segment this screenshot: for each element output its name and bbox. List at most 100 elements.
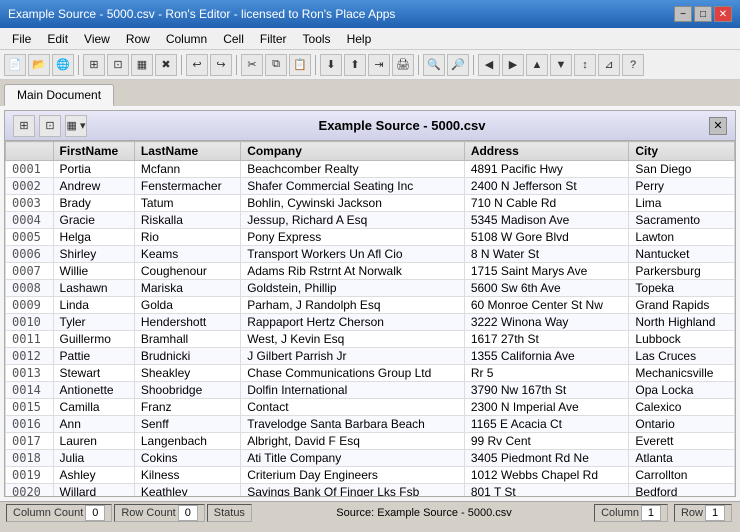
cell-col3[interactable]: Parham, J Randolph Esq — [241, 297, 465, 314]
cell-col4[interactable]: 3222 Winona Way — [464, 314, 629, 331]
cell-col2[interactable]: Bramhall — [134, 331, 240, 348]
cell-col4[interactable]: 1715 Saint Marys Ave — [464, 263, 629, 280]
cell-col1[interactable]: Willie — [53, 263, 134, 280]
cell-col4[interactable]: 4891 Pacific Hwy — [464, 161, 629, 178]
table-row[interactable]: 0010TylerHendershottRappaport Hertz Cher… — [6, 314, 735, 331]
cell-col4[interactable]: 5600 Sw 6th Ave — [464, 280, 629, 297]
tab-main-document[interactable]: Main Document — [4, 84, 114, 106]
cell-col5[interactable]: Topeka — [629, 280, 735, 297]
toolbar-delete[interactable]: ✖ — [155, 54, 177, 76]
cell-col4[interactable]: 3790 Nw 167th St — [464, 382, 629, 399]
cell-col4[interactable]: 2400 N Jefferson St — [464, 178, 629, 195]
cell-col5[interactable]: Ontario — [629, 416, 735, 433]
cell-col4[interactable]: 60 Monroe Center St Nw — [464, 297, 629, 314]
cell-col4[interactable]: 8 N Water St — [464, 246, 629, 263]
cell-col1[interactable]: Julia — [53, 450, 134, 467]
cell-col3[interactable]: West, J Kevin Esq — [241, 331, 465, 348]
table-row[interactable]: 0012PattieBrudnickiJ Gilbert Parrish Jr1… — [6, 348, 735, 365]
close-button[interactable]: ✕ — [714, 6, 732, 22]
cell-col1[interactable]: Portia — [53, 161, 134, 178]
cell-col5[interactable]: Lawton — [629, 229, 735, 246]
toolbar-grid2[interactable]: ⊡ — [107, 54, 129, 76]
cell-col4[interactable]: 1617 27th St — [464, 331, 629, 348]
toolbar-paste[interactable]: 📋 — [289, 54, 311, 76]
cell-col3[interactable]: Beachcomber Realty — [241, 161, 465, 178]
cell-col1[interactable]: Shirley — [53, 246, 134, 263]
table-row[interactable]: 0014AntionetteShoobridgeDolfin Internati… — [6, 382, 735, 399]
table-container[interactable]: FirstName LastName Company Address City … — [5, 141, 735, 496]
table-row[interactable]: 0015CamillaFranzContact2300 N Imperial A… — [6, 399, 735, 416]
cell-col3[interactable]: Savings Bank Of Finger Lks Fsb — [241, 484, 465, 497]
cell-col1[interactable]: Linda — [53, 297, 134, 314]
toolbar-open[interactable]: 📂 — [28, 54, 50, 76]
cell-col2[interactable]: Mariska — [134, 280, 240, 297]
menu-filter[interactable]: Filter — [252, 30, 295, 48]
cell-col2[interactable]: Keams — [134, 246, 240, 263]
cell-col2[interactable]: Langenbach — [134, 433, 240, 450]
cell-col3[interactable]: Criterium Day Engineers — [241, 467, 465, 484]
cell-col2[interactable]: Cokins — [134, 450, 240, 467]
cell-col2[interactable]: Keathley — [134, 484, 240, 497]
cell-col3[interactable]: Albright, David F Esq — [241, 433, 465, 450]
cell-col5[interactable]: Las Cruces — [629, 348, 735, 365]
cell-col5[interactable]: Mechanicsville — [629, 365, 735, 382]
table-row[interactable]: 0013StewartSheakleyChase Communications … — [6, 365, 735, 382]
cell-col5[interactable]: Everett — [629, 433, 735, 450]
cell-col3[interactable]: Adams Rib Rstrnt At Norwalk — [241, 263, 465, 280]
cell-col3[interactable]: Transport Workers Un Afl Cio — [241, 246, 465, 263]
table-row[interactable]: 0017LaurenLangenbachAlbright, David F Es… — [6, 433, 735, 450]
toolbar-right[interactable]: ▶ — [502, 54, 524, 76]
menu-row[interactable]: Row — [118, 30, 158, 48]
toolbar-filter2[interactable]: ⊿ — [598, 54, 620, 76]
table-row[interactable]: 0006ShirleyKeamsTransport Workers Un Afl… — [6, 246, 735, 263]
table-row[interactable]: 0003BradyTatumBohlin, Cywinski Jackson71… — [6, 195, 735, 212]
cell-col2[interactable]: Brudnicki — [134, 348, 240, 365]
toolbar-print[interactable]: 🖨 — [392, 54, 414, 76]
cell-col2[interactable]: Coughenour — [134, 263, 240, 280]
cell-col3[interactable]: Ati Title Company — [241, 450, 465, 467]
cell-col5[interactable]: Sacramento — [629, 212, 735, 229]
cell-col5[interactable]: Perry — [629, 178, 735, 195]
cell-col5[interactable]: Carrollton — [629, 467, 735, 484]
table-row[interactable]: 0019AshleyKilnessCriterium Day Engineers… — [6, 467, 735, 484]
cell-col5[interactable]: Nantucket — [629, 246, 735, 263]
menu-cell[interactable]: Cell — [215, 30, 252, 48]
cell-col1[interactable]: Helga — [53, 229, 134, 246]
panel-icon-grid[interactable]: ⊞ — [13, 115, 35, 137]
cell-col4[interactable]: 5345 Madison Ave — [464, 212, 629, 229]
toolbar-up[interactable]: ▲ — [526, 54, 548, 76]
cell-col2[interactable]: Tatum — [134, 195, 240, 212]
toolbar-sort[interactable]: ↕ — [574, 54, 596, 76]
cell-col1[interactable]: Stewart — [53, 365, 134, 382]
cell-col2[interactable]: Mcfann — [134, 161, 240, 178]
cell-col4[interactable]: 99 Rv Cent — [464, 433, 629, 450]
toolbar-grid3[interactable]: ▦ — [131, 54, 153, 76]
cell-col2[interactable]: Hendershott — [134, 314, 240, 331]
cell-col2[interactable]: Riskalla — [134, 212, 240, 229]
cell-col4[interactable]: Rr 5 — [464, 365, 629, 382]
table-row[interactable]: 0004GracieRiskallaJessup, Richard A Esq5… — [6, 212, 735, 229]
table-row[interactable]: 0020WillardKeathleySavings Bank Of Finge… — [6, 484, 735, 497]
cell-col2[interactable]: Senff — [134, 416, 240, 433]
cell-col5[interactable]: Grand Rapids — [629, 297, 735, 314]
toolbar-grid1[interactable]: ⊞ — [83, 54, 105, 76]
cell-col1[interactable]: Andrew — [53, 178, 134, 195]
table-row[interactable]: 0018JuliaCokinsAti Title Company3405 Pie… — [6, 450, 735, 467]
cell-col3[interactable]: J Gilbert Parrish Jr — [241, 348, 465, 365]
menu-view[interactable]: View — [76, 30, 118, 48]
toolbar-undo[interactable]: ↩ — [186, 54, 208, 76]
cell-col1[interactable]: Pattie — [53, 348, 134, 365]
panel-close-button[interactable]: ✕ — [709, 117, 727, 135]
cell-col3[interactable]: Pony Express — [241, 229, 465, 246]
table-row[interactable]: 0001PortiaMcfannBeachcomber Realty4891 P… — [6, 161, 735, 178]
table-row[interactable]: 0011GuillermoBramhallWest, J Kevin Esq16… — [6, 331, 735, 348]
panel-icon-table[interactable]: ⊡ — [39, 115, 61, 137]
cell-col5[interactable]: Opa Locka — [629, 382, 735, 399]
cell-col5[interactable]: Lima — [629, 195, 735, 212]
cell-col1[interactable]: Gracie — [53, 212, 134, 229]
cell-col2[interactable]: Fenstermacher — [134, 178, 240, 195]
cell-col2[interactable]: Sheakley — [134, 365, 240, 382]
cell-col3[interactable]: Contact — [241, 399, 465, 416]
toolbar-redo[interactable]: ↪ — [210, 54, 232, 76]
cell-col2[interactable]: Rio — [134, 229, 240, 246]
